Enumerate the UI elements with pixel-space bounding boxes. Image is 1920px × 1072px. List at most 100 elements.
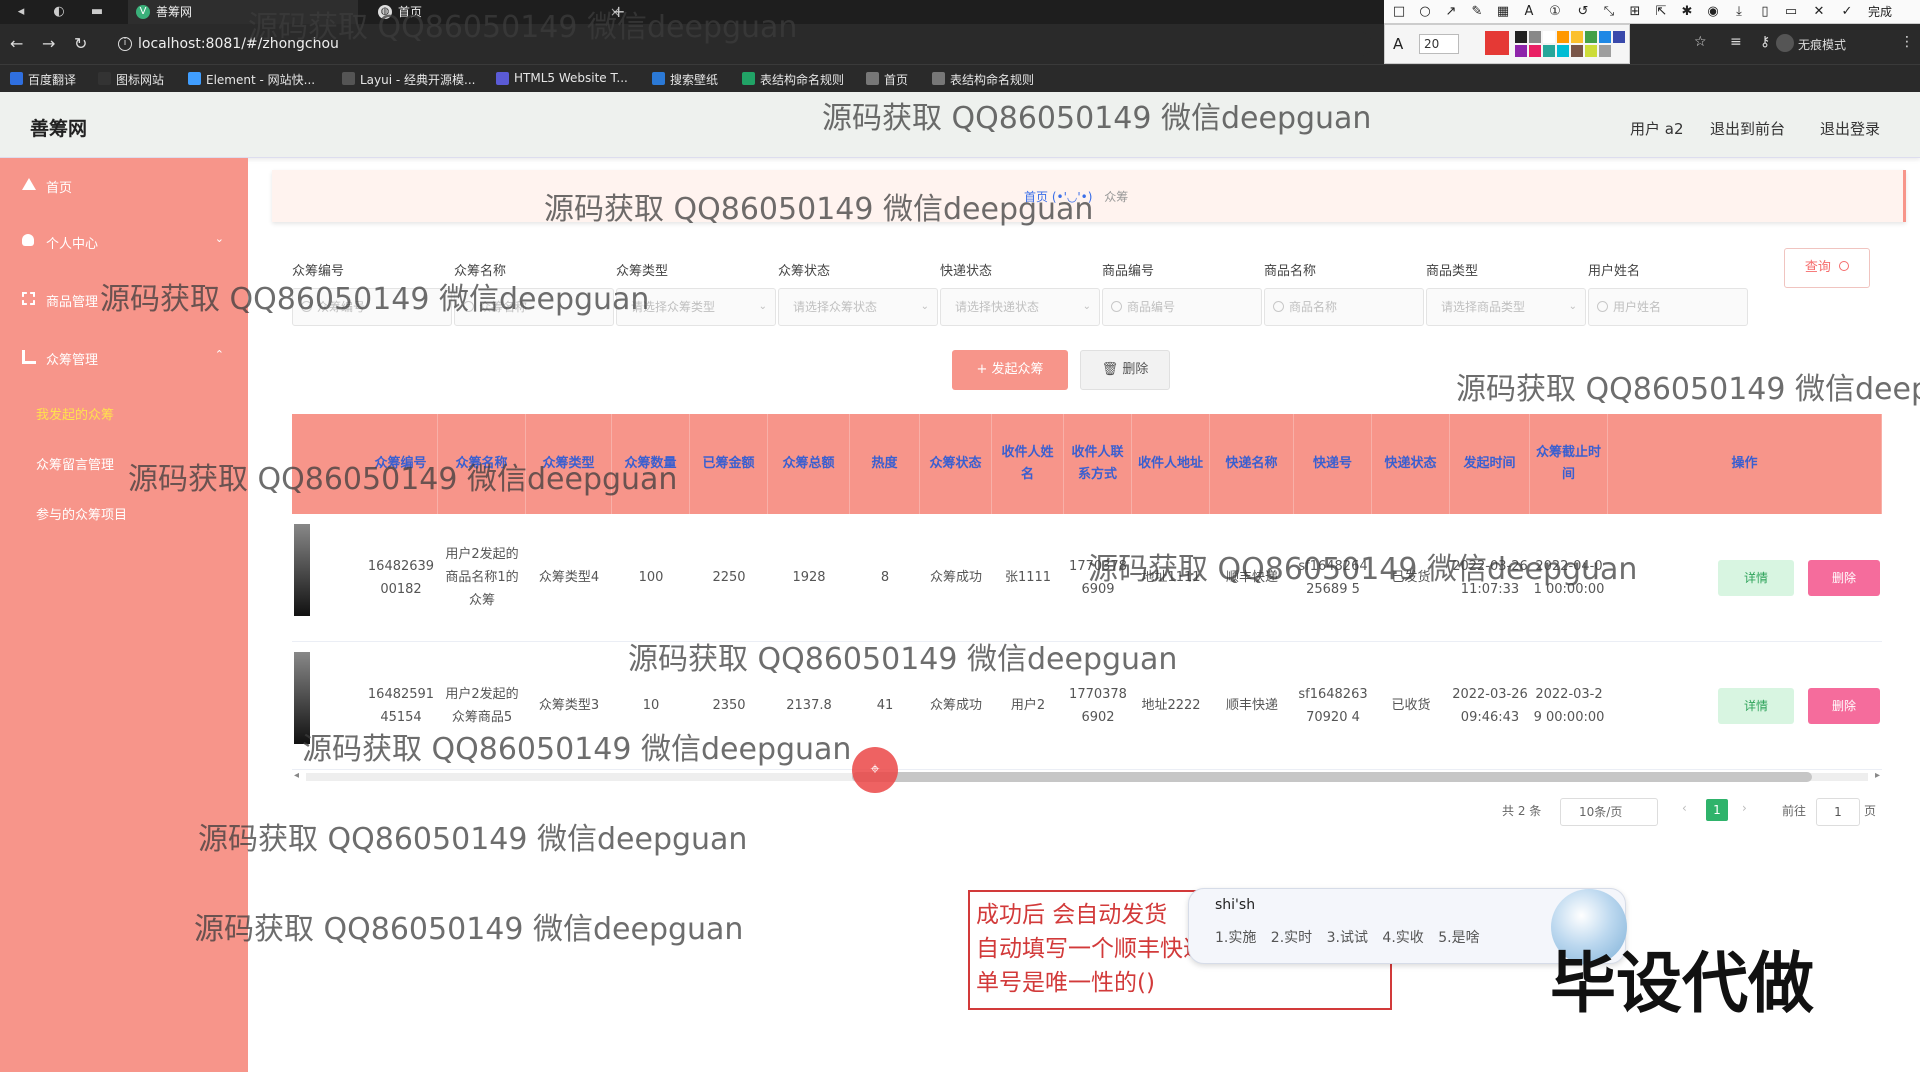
- menu-icon[interactable]: ⋮: [1900, 34, 1914, 50]
- star-icon[interactable]: ☆: [1694, 34, 1707, 50]
- color-swatch[interactable]: [1515, 45, 1527, 57]
- query-button[interactable]: 查询: [1784, 248, 1870, 288]
- bookmark-item[interactable]: 表结构命名规则: [742, 71, 844, 88]
- color-swatch[interactable]: [1571, 45, 1583, 57]
- window-icon[interactable]: ▬: [88, 3, 106, 21]
- color-swatch[interactable]: [1599, 31, 1611, 43]
- bookmark-icon[interactable]: ▭: [1782, 3, 1800, 21]
- filter-input[interactable]: 用户姓名: [1588, 288, 1748, 326]
- color-swatch[interactable]: [1571, 31, 1583, 43]
- detail-button[interactable]: 详情: [1718, 688, 1794, 724]
- bookmark-item[interactable]: Layui - 经典开源模...: [342, 71, 475, 88]
- column-header[interactable]: 已筹金额: [690, 414, 768, 514]
- logout-link[interactable]: 退出登录: [1820, 118, 1880, 139]
- detail-button[interactable]: 详情: [1718, 560, 1794, 596]
- color-swatch[interactable]: [1613, 31, 1625, 43]
- font-size-select[interactable]: 20: [1419, 34, 1459, 54]
- column-header[interactable]: 收件人姓名: [992, 414, 1064, 514]
- scroll-left-icon[interactable]: ◂: [294, 770, 299, 781]
- filter-select[interactable]: ⌄ 请选择快递状态: [940, 288, 1100, 326]
- reading-list-icon[interactable]: ≡: [1730, 34, 1742, 50]
- ime-candidates[interactable]: 1.实施 2.实时 3.试试 4.实收 5.是啥: [1215, 927, 1480, 947]
- ocr-icon[interactable]: ⊞: [1626, 3, 1644, 21]
- forward-icon[interactable]: →: [42, 34, 55, 53]
- text-icon[interactable]: A: [1520, 3, 1538, 21]
- column-header[interactable]: 快递名称: [1210, 414, 1294, 514]
- bookmark-item[interactable]: Element - 网站快...: [188, 71, 315, 88]
- record-icon[interactable]: ◉: [1704, 3, 1722, 21]
- color-swatch[interactable]: [1557, 31, 1569, 43]
- arrow-icon[interactable]: ↗: [1442, 3, 1460, 21]
- close-icon[interactable]: ✕: [1810, 3, 1828, 21]
- column-header[interactable]: 众筹状态: [920, 414, 992, 514]
- scroll-right-icon[interactable]: ▸: [1875, 770, 1880, 781]
- scroll-thumb[interactable]: [852, 772, 1812, 782]
- circle-icon[interactable]: ○: [1416, 3, 1434, 21]
- rectangle-icon[interactable]: □: [1390, 3, 1408, 21]
- color-swatch[interactable]: [1599, 45, 1611, 57]
- column-header[interactable]: 热度: [850, 414, 920, 514]
- back-tab-icon[interactable]: ◂: [12, 3, 30, 21]
- bookmark-item[interactable]: 图标网站: [98, 71, 164, 88]
- back-icon[interactable]: ←: [10, 34, 23, 53]
- color-swatch[interactable]: [1543, 45, 1555, 57]
- pen-icon[interactable]: ✎: [1468, 3, 1486, 21]
- sidebar-item-crowdfunding[interactable]: 众筹管理 ⌃: [0, 330, 248, 386]
- color-swatch[interactable]: [1515, 31, 1527, 43]
- column-header[interactable]: 收件人联系方式: [1064, 414, 1132, 514]
- app-logo[interactable]: 善筹网: [30, 114, 87, 141]
- row-delete-button[interactable]: 删除: [1808, 688, 1880, 724]
- download-icon[interactable]: ⤓: [1730, 3, 1748, 21]
- number-icon[interactable]: ①: [1546, 3, 1564, 21]
- back-to-front-link[interactable]: 退出到前台: [1710, 118, 1785, 139]
- pin-icon[interactable]: ✱: [1678, 3, 1696, 21]
- submenu-my-crowdfunding[interactable]: 我发起的众筹: [36, 404, 114, 423]
- column-header[interactable]: 快递号: [1294, 414, 1372, 514]
- check-icon[interactable]: ✓: [1838, 3, 1856, 21]
- filter-select[interactable]: ⌄ 请选择商品类型: [1426, 288, 1586, 326]
- incognito-label[interactable]: 无痕模式: [1798, 36, 1846, 53]
- bookmark-item[interactable]: 表结构命名规则: [932, 71, 1034, 88]
- page-current[interactable]: 1: [1706, 799, 1728, 821]
- next-page-icon[interactable]: ›: [1742, 801, 1747, 815]
- color-swatch[interactable]: [1585, 31, 1597, 43]
- color-swatch[interactable]: [1585, 45, 1597, 57]
- bookmark-item[interactable]: HTML5 Website T...: [496, 71, 628, 85]
- mosaic-icon[interactable]: ▦: [1494, 3, 1512, 21]
- color-swatch[interactable]: [1557, 45, 1569, 57]
- undo-icon[interactable]: ↺: [1574, 3, 1592, 21]
- row-delete-button[interactable]: 删除: [1808, 560, 1880, 596]
- done-button[interactable]: 完成: [1860, 3, 1900, 21]
- bookmark-item[interactable]: 首页: [866, 71, 908, 88]
- color-swatch[interactable]: [1529, 45, 1541, 57]
- color-swatch[interactable]: [1543, 31, 1555, 43]
- goto-page-input[interactable]: 1: [1816, 798, 1860, 826]
- color-swatch[interactable]: [1485, 31, 1509, 55]
- column-header[interactable]: 众筹截止时间: [1530, 414, 1608, 514]
- column-header[interactable]: 发起时间: [1450, 414, 1530, 514]
- bookmark-item[interactable]: 搜索壁纸: [652, 71, 718, 88]
- page-size-select[interactable]: 10条/页: [1560, 798, 1658, 826]
- filter-select[interactable]: ⌄ 请选择众筹状态: [778, 288, 938, 326]
- batch-delete-button[interactable]: 🗑 删除: [1080, 350, 1170, 390]
- key-icon[interactable]: ⚷: [1760, 34, 1770, 50]
- sidebar-item-home[interactable]: 首页: [0, 158, 248, 214]
- bookmark-item[interactable]: 百度翻译: [10, 71, 76, 88]
- reload-icon[interactable]: ↻: [74, 34, 87, 53]
- phone-icon[interactable]: ▯: [1756, 3, 1774, 21]
- horizontal-scrollbar[interactable]: ◂ ▸: [292, 770, 1882, 784]
- color-swatch[interactable]: [1529, 31, 1541, 43]
- sidebar-item-profile[interactable]: 个人中心 ⌄: [0, 214, 248, 270]
- column-header[interactable]: 操作: [1608, 414, 1882, 514]
- add-crowdfunding-button[interactable]: + 发起众筹: [952, 350, 1068, 390]
- submenu-crowdfunding-messages[interactable]: 众筹留言管理: [36, 454, 114, 473]
- submenu-joined-projects[interactable]: 参与的众筹项目: [36, 504, 127, 523]
- column-header[interactable]: 收件人地址: [1132, 414, 1210, 514]
- crop-icon[interactable]: ⤡: [1600, 3, 1618, 21]
- scroll-icon[interactable]: ⇱: [1652, 3, 1670, 21]
- prev-page-icon[interactable]: ‹: [1682, 801, 1687, 815]
- column-header[interactable]: 快递状态: [1372, 414, 1450, 514]
- filter-input[interactable]: 商品名称: [1264, 288, 1424, 326]
- column-header[interactable]: 众筹总额: [768, 414, 850, 514]
- filter-input[interactable]: 商品编号: [1102, 288, 1262, 326]
